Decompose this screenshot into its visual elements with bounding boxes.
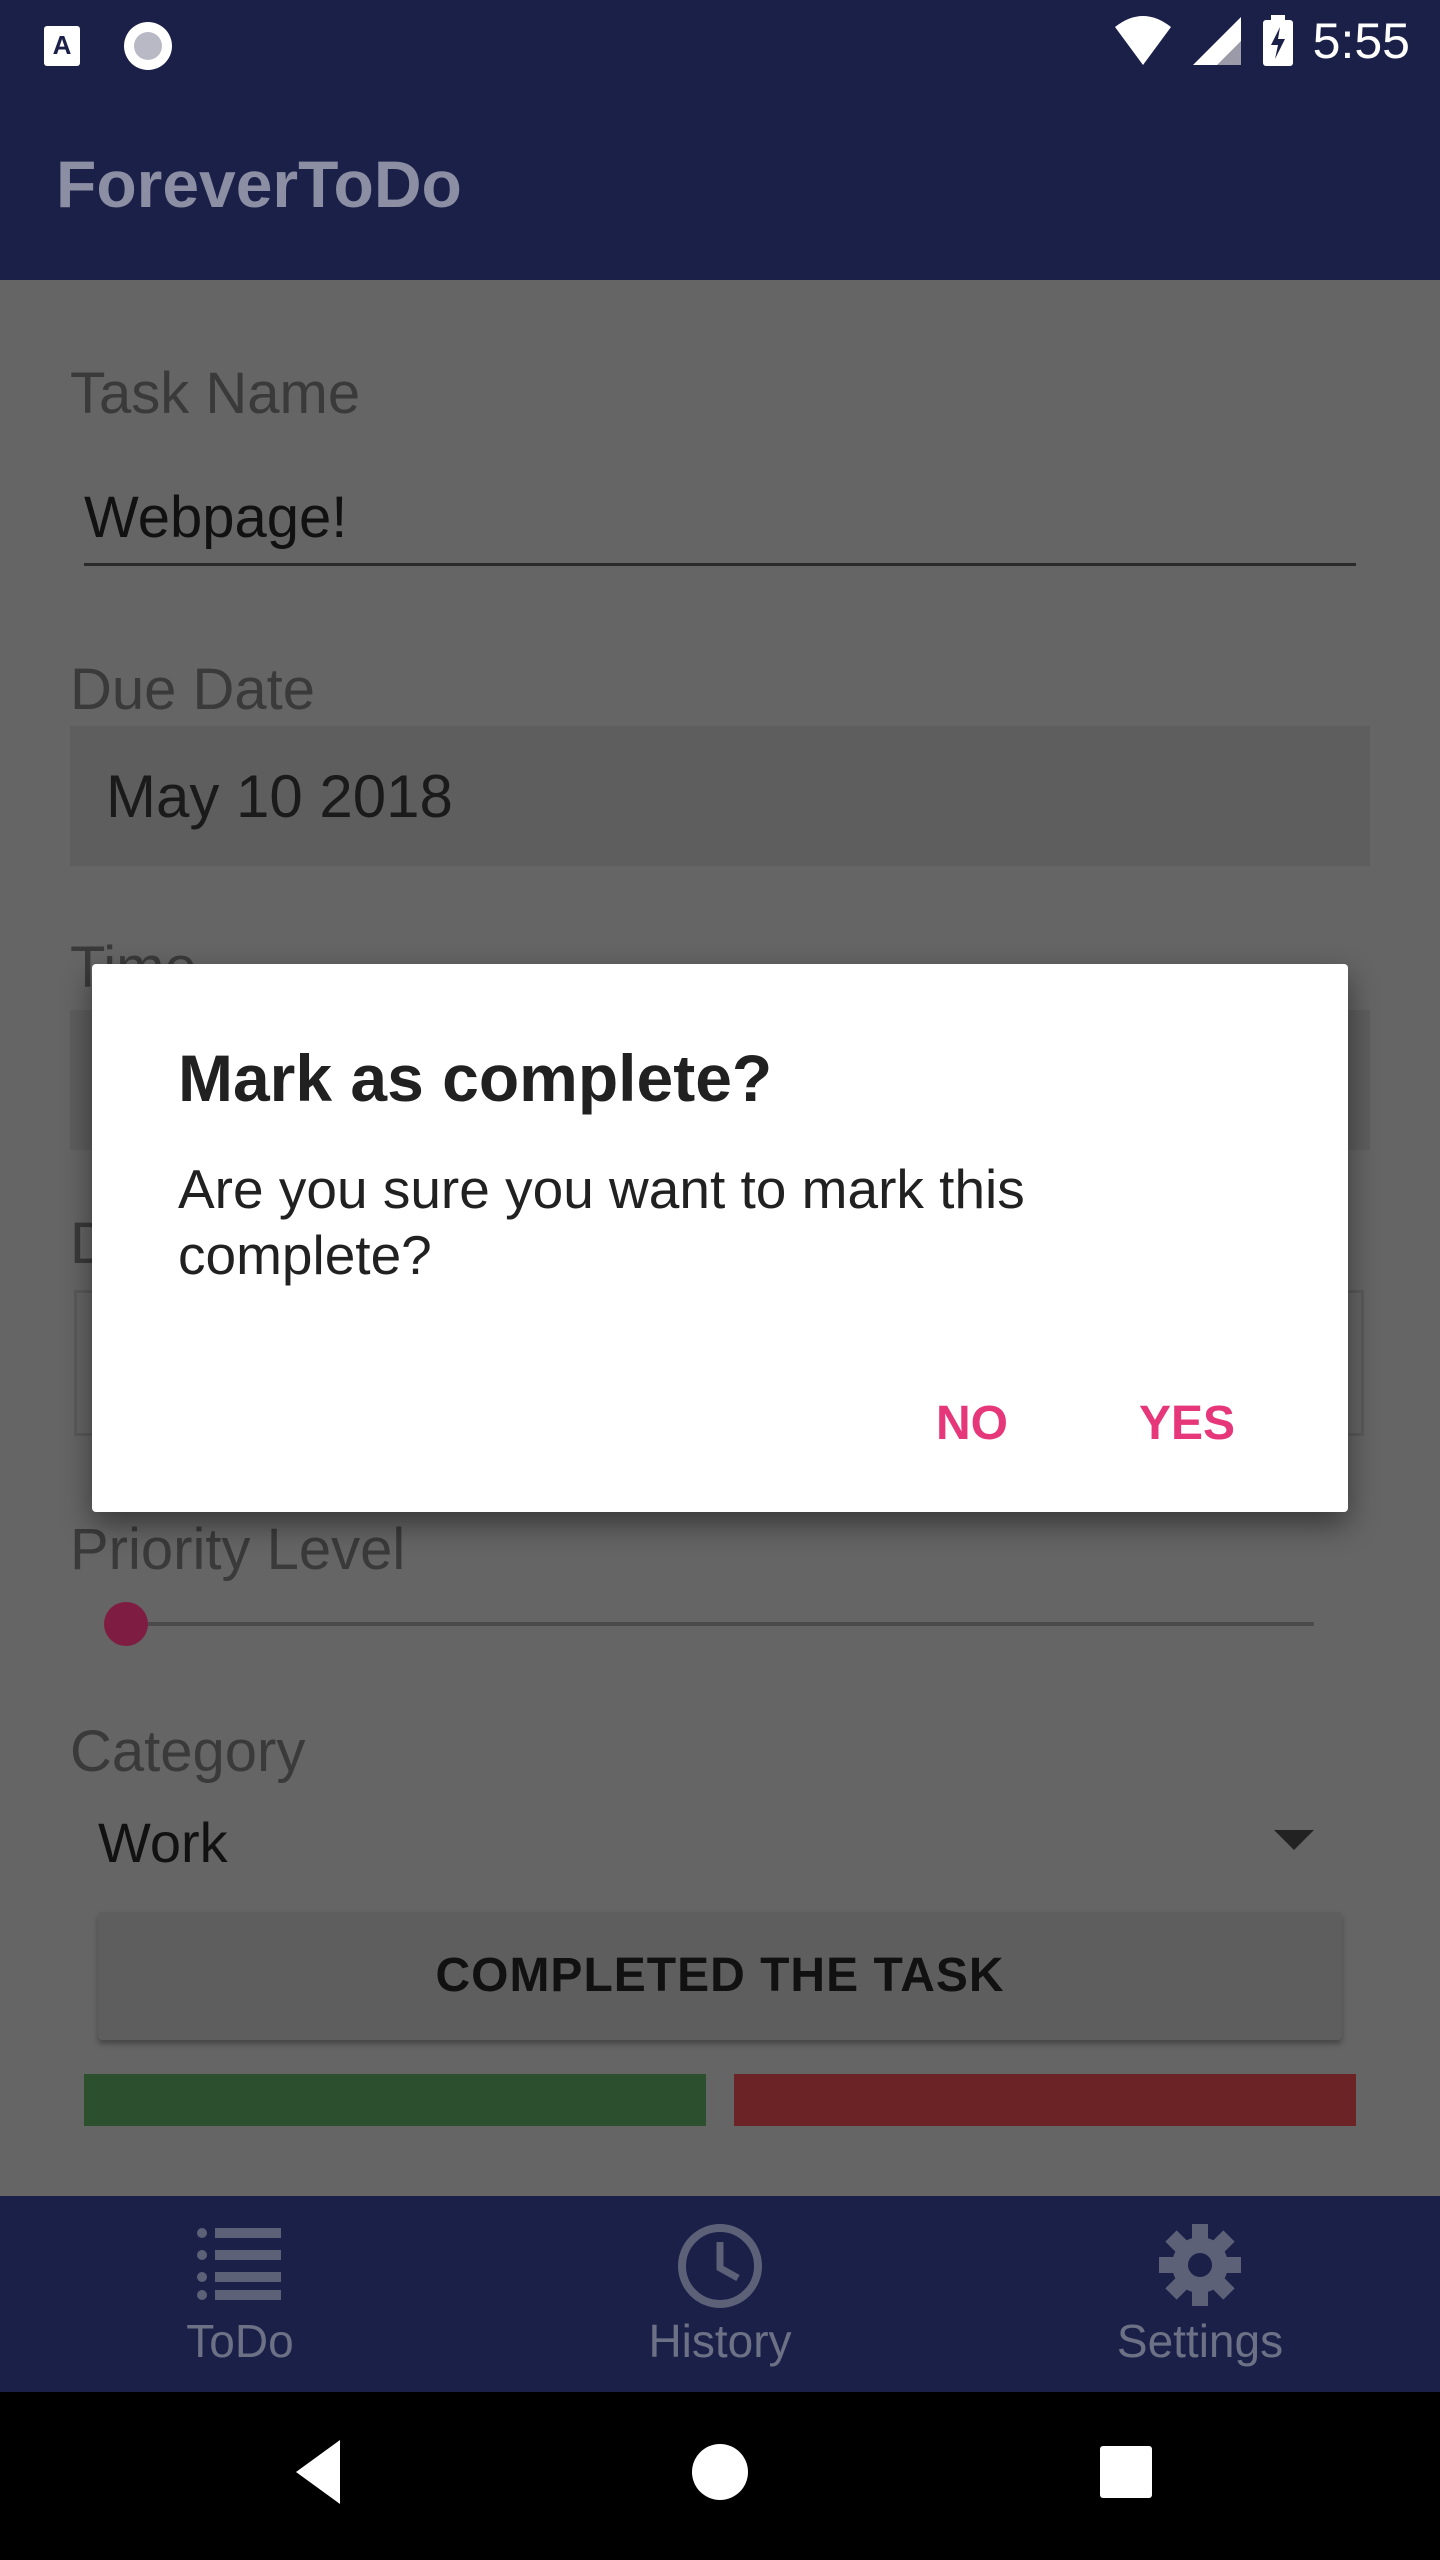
app-title: ForeverToDo — [56, 147, 462, 221]
task-name-input[interactable]: Webpage! — [84, 476, 1356, 566]
status-left-icons: A — [42, 20, 174, 72]
status-right-icons: 5:55 — [1113, 12, 1410, 70]
category-select[interactable]: Work — [84, 1800, 1334, 1880]
back-icon[interactable] — [290, 2432, 346, 2512]
yes-button[interactable]: YES — [1122, 1374, 1252, 1474]
green-action-bar[interactable] — [84, 2074, 706, 2126]
recents-icon[interactable] — [1098, 2432, 1154, 2512]
category-label: Category — [70, 1719, 306, 1784]
svg-text:A: A — [53, 30, 72, 60]
bottom-navigation: ToDo History Settings — [0, 2196, 1440, 2392]
dialog-title: Mark as complete? — [178, 1041, 773, 1115]
gear-icon — [1159, 2224, 1241, 2306]
system-navigation-bar — [0, 2392, 1440, 2560]
nav-label-todo: ToDo — [186, 2315, 294, 2367]
red-action-bar[interactable] — [734, 2074, 1356, 2126]
completed-task-button[interactable]: COMPLETED THE TASK — [98, 1912, 1342, 2040]
nav-item-todo[interactable]: ToDo — [0, 2196, 480, 2392]
task-name-value: Webpage! — [84, 485, 348, 550]
app-bar: ForeverToDo — [0, 84, 1440, 280]
accessibility-a-icon: A — [44, 26, 80, 66]
home-icon[interactable] — [690, 2432, 750, 2512]
status-time: 5:55 — [1312, 13, 1410, 69]
category-value: Work — [98, 1811, 228, 1874]
due-date-field[interactable]: May 10 2018 — [70, 726, 1370, 866]
status-bar: A 5:55 — [0, 0, 1440, 84]
mark-complete-dialog: Mark as complete? Are you sure you want … — [92, 964, 1348, 1512]
nav-label-settings: Settings — [1116, 2315, 1284, 2367]
dropdown-caret-icon — [1274, 1830, 1314, 1850]
clock-icon — [678, 2224, 762, 2308]
completed-task-button-label: COMPLETED THE TASK — [435, 1949, 1005, 2002]
dialog-message: Are you sure you want to mark this compl… — [178, 1158, 1025, 1286]
priority-label: Priority Level — [70, 1517, 406, 1582]
nav-item-history[interactable]: History — [480, 2196, 960, 2392]
list-icon — [197, 2228, 281, 2300]
wifi-icon — [1114, 16, 1171, 65]
nav-item-settings[interactable]: Settings — [960, 2196, 1440, 2392]
task-name-label: Task Name — [70, 361, 361, 426]
circle-record-icon — [124, 22, 172, 70]
priority-slider-track[interactable] — [124, 1622, 1314, 1626]
due-date-label: Due Date — [70, 657, 316, 722]
priority-slider-thumb[interactable] — [104, 1602, 148, 1646]
due-date-value: May 10 2018 — [106, 763, 453, 830]
nav-label-history: History — [648, 2315, 792, 2367]
battery-charging-icon — [1262, 15, 1293, 66]
no-button[interactable]: NO — [912, 1374, 1032, 1474]
cell-signal-icon — [1192, 17, 1241, 65]
